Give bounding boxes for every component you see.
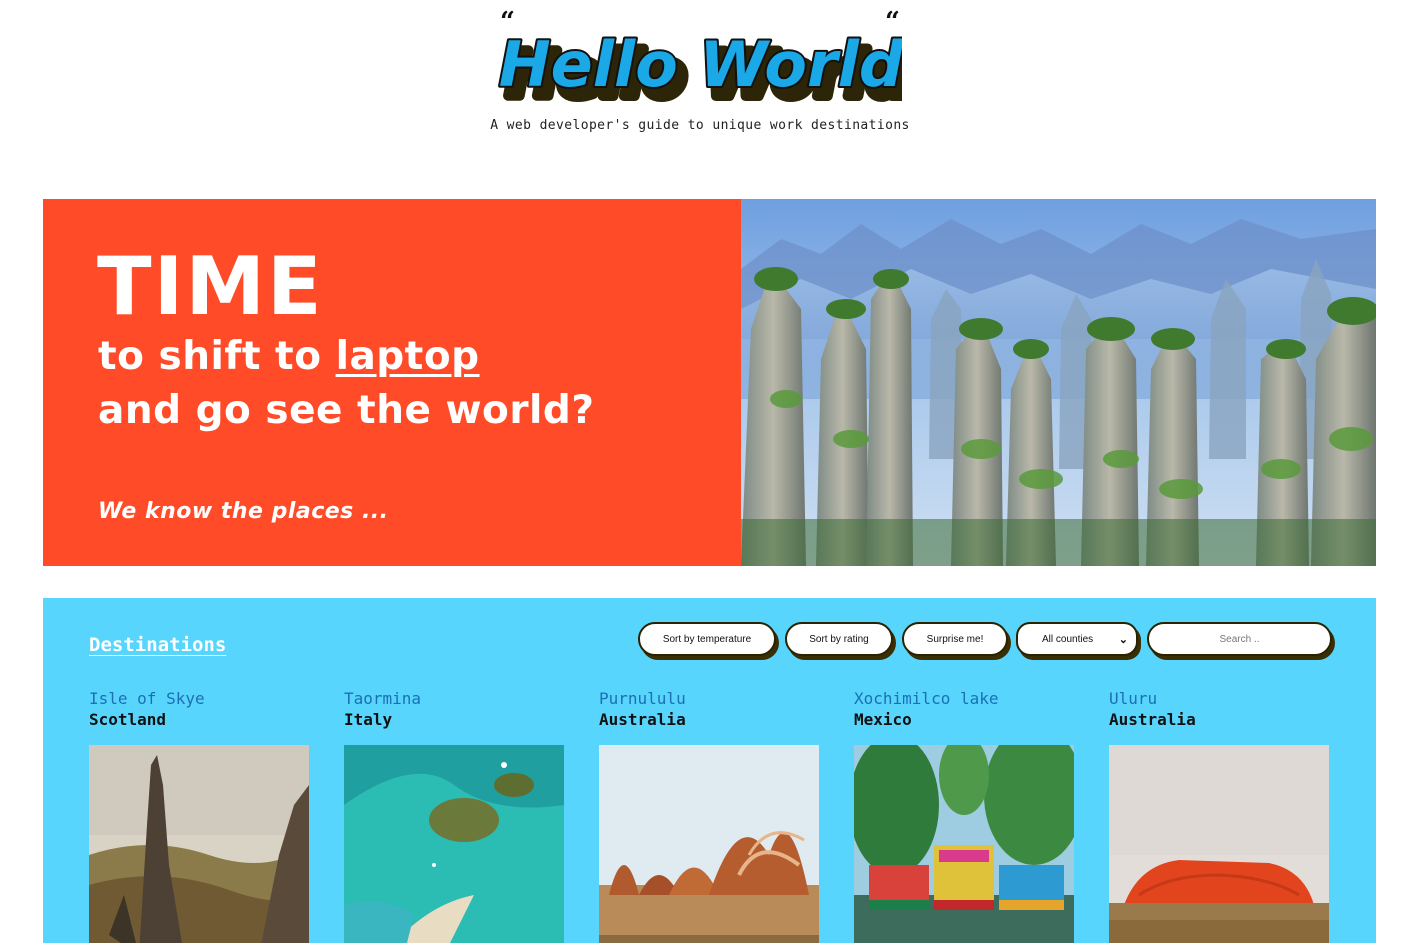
destination-city: Purnululu	[599, 689, 686, 708]
site-tagline: A web developer's guide to unique work d…	[490, 118, 910, 133]
hero-line-1: to shift to laptop	[98, 335, 480, 379]
hero-line-1-prefix: to shift to	[98, 334, 322, 379]
destinations-heading-link[interactable]: Destinations	[89, 634, 226, 656]
hero-subtitle: We know the places ...	[98, 499, 389, 524]
country-select[interactable]: All counties ⌄	[1016, 622, 1138, 656]
destination-city: Taormina	[344, 689, 422, 708]
destination-country: Australia	[1109, 710, 1196, 729]
hero-text-panel: TIME to shift to laptop and go see the w…	[43, 199, 741, 566]
destination-country: Mexico	[854, 710, 912, 729]
site-logo[interactable]: “ “ Hello World Hello World	[497, 8, 902, 112]
destination-card-xochimilco-lake[interactable]: Xochimilco lake Mexico	[854, 688, 1074, 943]
destinations-panel: Destinations Sort by temperature Sort by…	[43, 598, 1376, 943]
search-placeholder: Search ..	[1219, 633, 1260, 645]
destination-card-isle-of-skye[interactable]: Isle of Skye Scotland	[89, 688, 309, 943]
destination-card-taormina[interactable]: Taormina Italy	[344, 688, 564, 943]
destination-card-uluru[interactable]: Uluru Australia	[1109, 688, 1329, 943]
sort-by-rating-button[interactable]: Sort by rating	[785, 622, 893, 656]
logo-text: Hello World	[499, 28, 902, 101]
hero-mountain-photo	[741, 199, 1376, 566]
sort-by-temperature-button[interactable]: Sort by temperature	[638, 622, 776, 656]
destination-photo[interactable]	[1109, 745, 1329, 943]
destination-country: Australia	[599, 710, 686, 729]
country-select-value: All counties	[1042, 633, 1094, 645]
hero-title: TIME	[97, 240, 324, 333]
destination-photo[interactable]	[344, 745, 564, 943]
hero-line-2: and go see the world?	[98, 388, 595, 433]
destination-country: Scotland	[89, 710, 167, 729]
destination-photo[interactable]	[89, 745, 309, 943]
search-input[interactable]: Search ..	[1147, 622, 1332, 656]
hero-banner: TIME to shift to laptop and go see the w…	[43, 199, 1376, 566]
destination-city: Xochimilco lake	[854, 689, 999, 708]
chevron-down-icon: ⌄	[1118, 634, 1128, 646]
destination-card-purnululu[interactable]: Purnululu Australia	[599, 688, 819, 943]
destination-photo[interactable]	[599, 745, 819, 943]
destination-country: Italy	[344, 710, 393, 729]
destination-photo[interactable]	[854, 745, 1074, 943]
laptop-link[interactable]: laptop	[336, 334, 480, 379]
destination-city: Isle of Skye	[89, 689, 205, 708]
surprise-me-button[interactable]: Surprise me!	[902, 622, 1008, 656]
destination-city: Uluru	[1109, 689, 1158, 708]
